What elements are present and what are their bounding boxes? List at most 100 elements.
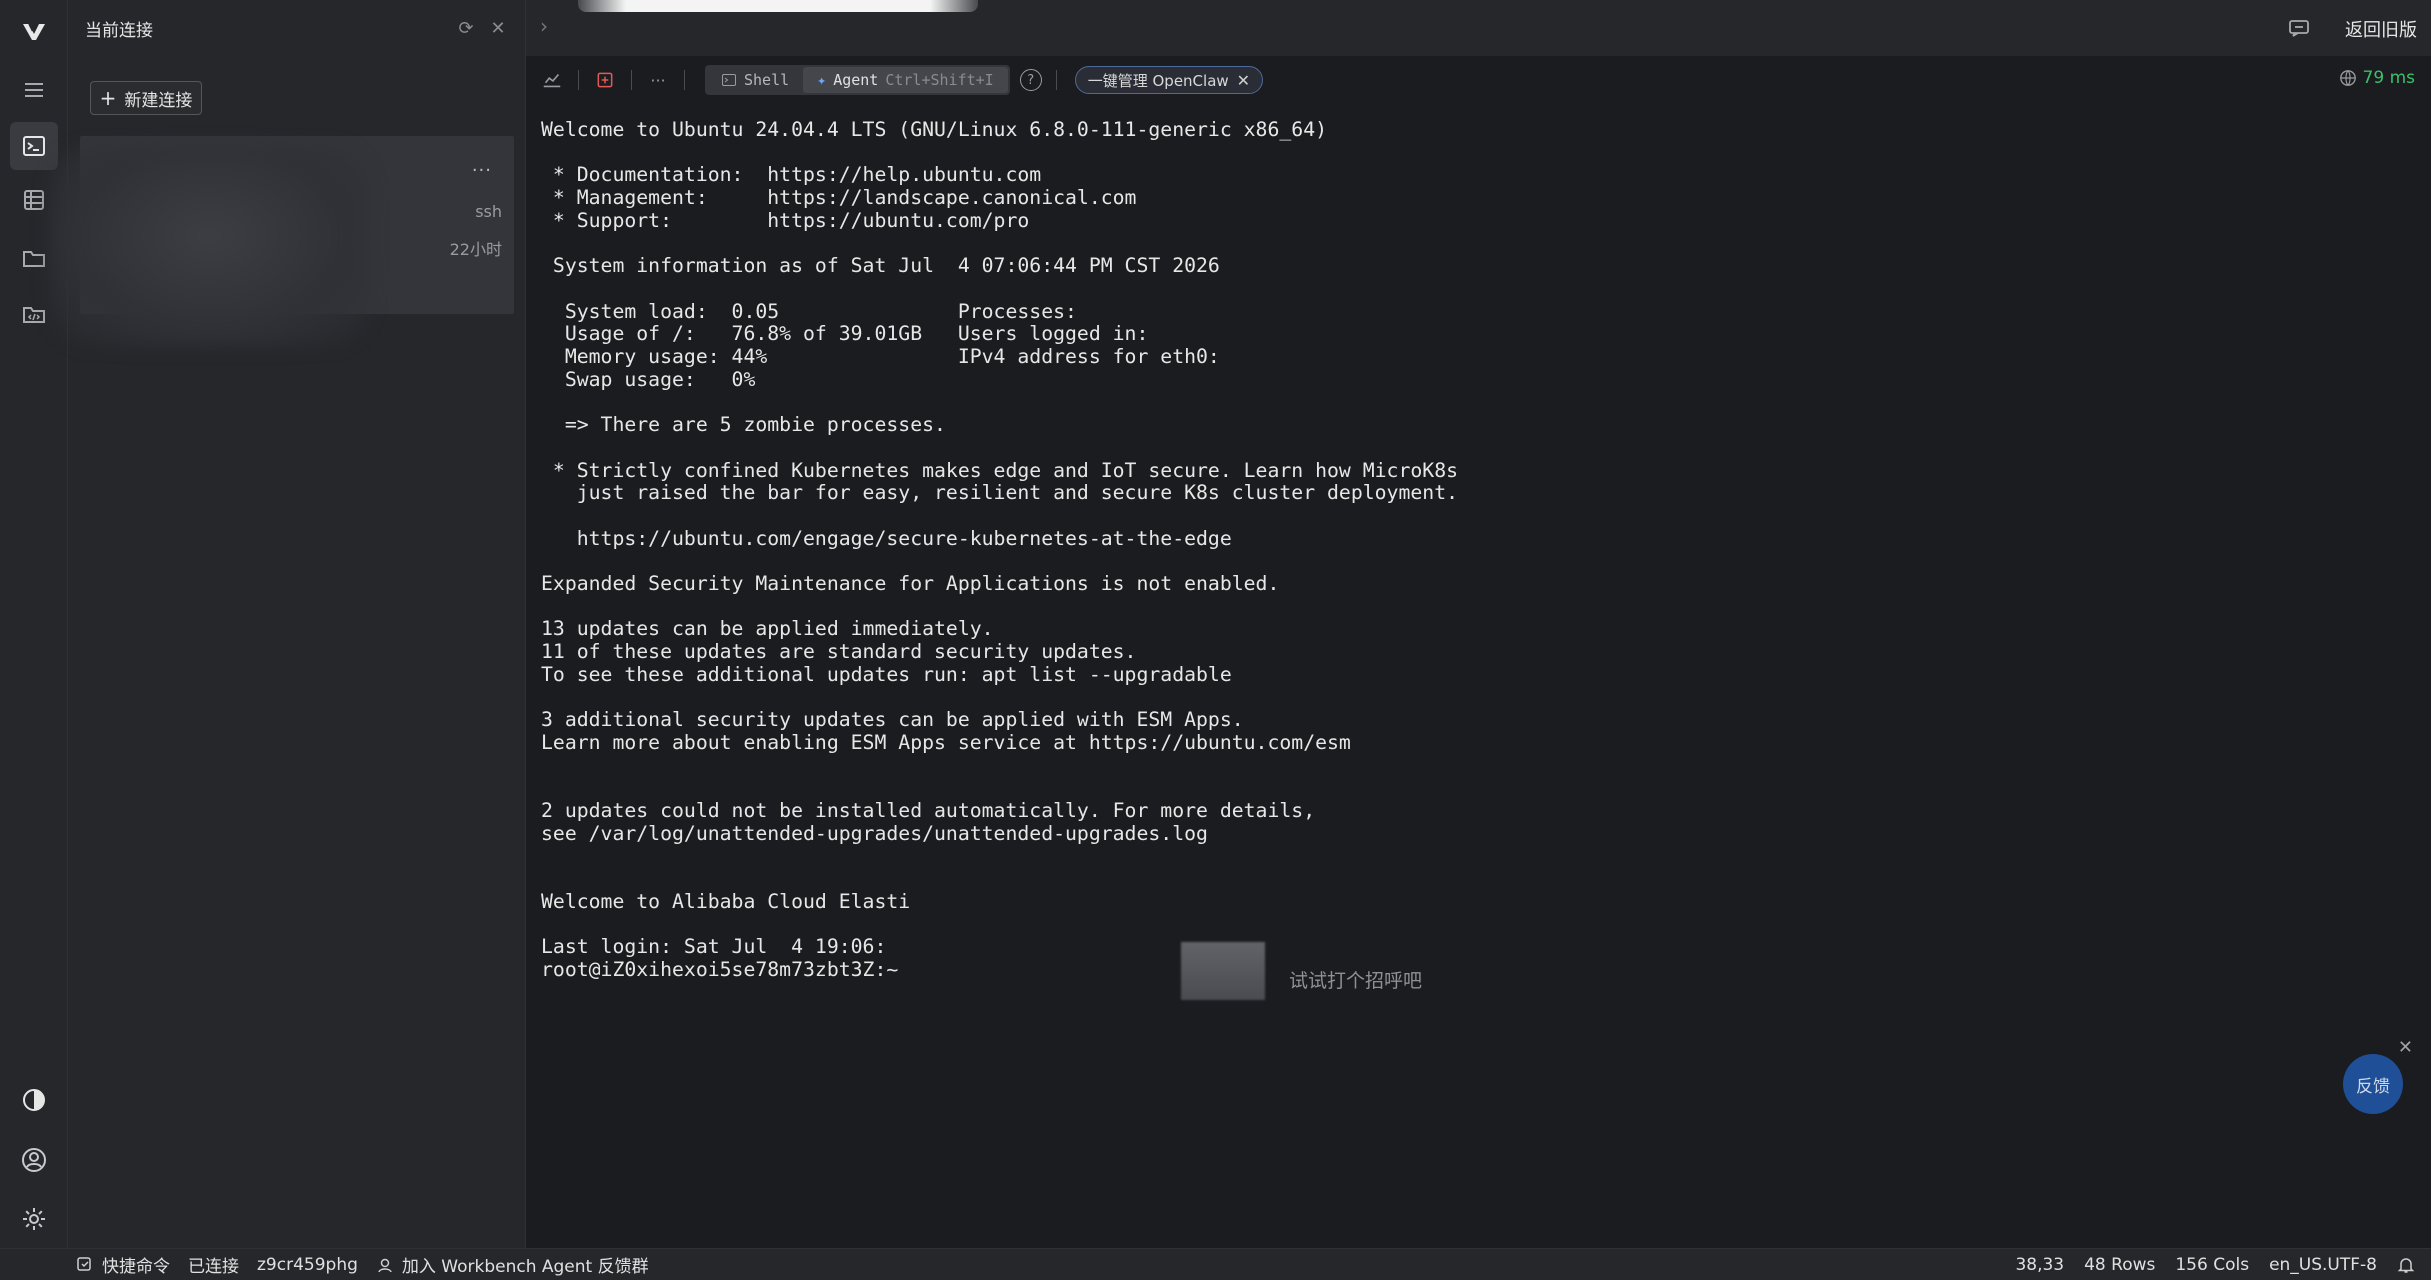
terminal-line: * Support: https://ubuntu.com/pro (541, 208, 1030, 232)
quick-commands-button[interactable]: 快捷命令 (76, 1252, 170, 1277)
panel-title: 当前连接 (85, 20, 153, 41)
app-window: 当前连接 ⟳ ✕ + 新建连接 ··· ssh 22小时 › 返回旧版 ··· … (0, 0, 2431, 1280)
terminal-line: 11 of these updates are standard securit… (541, 640, 1137, 664)
quick-commands-label: 快捷命令 (102, 1257, 170, 1277)
terminal-line: 3 additional security updates can be app… (541, 708, 1244, 732)
shell-mode-label: Shell (744, 71, 790, 89)
group-icon (378, 1258, 392, 1272)
terminal-line: just raised the bar for easy, resilient … (541, 481, 1459, 505)
terminal-line: * Strictly confined Kubernetes makes edg… (541, 458, 1459, 482)
bell-icon[interactable] (2397, 1256, 2415, 1274)
connection-card[interactable]: ··· ssh 22小时 (50, 136, 514, 346)
status-bar: 快捷命令 已连接 z9cr459phg 加入 Workbench Agent 反… (0, 1248, 2431, 1280)
toolbar-divider (631, 70, 632, 90)
terminal-rows: 48 Rows (2084, 1254, 2156, 1275)
new-connection-button[interactable]: + 新建连接 (90, 81, 202, 115)
monitor-chart-icon[interactable] (540, 68, 564, 92)
logo-icon (10, 8, 58, 56)
shell-mode-button[interactable]: Shell (707, 67, 803, 93)
more-actions-icon[interactable]: ··· (646, 68, 670, 92)
terminal-line: To see these additional updates run: apt… (541, 662, 1232, 686)
terminal-line: Usage of /: 76.8% of 39.01GB Users logge… (541, 322, 1149, 346)
agent-mode-button[interactable]: ✦ Agent Ctrl+Shift+I (803, 67, 1008, 93)
terminal-line: see /var/log/unattended-upgrades/unatten… (541, 821, 1208, 845)
redacted-connection-name (50, 146, 370, 346)
terminal-line: System load: 0.05 Processes: (541, 299, 1077, 323)
quick-command-icon (77, 1256, 91, 1271)
greeting-hint: 试试打个招呼吧 (1289, 970, 1423, 992)
globe-icon (2339, 70, 2356, 86)
help-icon[interactable]: ? (1019, 69, 1042, 91)
close-chip-icon[interactable]: ✕ (1237, 71, 1250, 90)
user-account-icon[interactable] (10, 1136, 58, 1184)
terminal-line: Learn more about enabling ESM Apps servi… (541, 730, 1351, 754)
shell-icon (722, 74, 736, 86)
close-feedback-icon[interactable]: ✕ (2398, 1037, 2413, 1058)
connection-protocol: ssh (475, 202, 502, 221)
terminal-icon[interactable] (10, 122, 58, 170)
terminal-line: https://ubuntu.com/engage/secure-kuberne… (541, 526, 1232, 550)
terminal-line: * Documentation: https://help.ubuntu.com (541, 163, 1042, 187)
latency-indicator: 79 ms (2339, 68, 2415, 88)
terminal-line: System information as of Sat Jul 4 07:06… (541, 254, 1220, 278)
redacted-input-box (1181, 942, 1265, 1000)
terminal-line: Memory usage: 44% IPv4 address for eth0: (541, 345, 1220, 369)
refresh-icon[interactable]: ⟳ (455, 17, 477, 39)
terminal-text: Welcome to Ubuntu 24.04.4 LTS (GNU/Linux… (541, 118, 1459, 982)
terminal-line: 13 updates can be applied immediately. (541, 617, 994, 641)
session-tab-redacted[interactable] (578, 0, 978, 12)
chevron-right-icon[interactable]: › (540, 14, 548, 38)
terminal-toolbar: ··· Shell ✦ Agent Ctrl+Shift+I ? 一键管理 Op… (526, 58, 2431, 102)
settings-gear-icon[interactable] (10, 1195, 58, 1243)
terminal-output[interactable]: Welcome to Ubuntu 24.04.4 LTS (GNU/Linux… (526, 104, 2431, 1248)
sparkle-icon: ✦ (817, 71, 827, 89)
agent-shortcut-hint: Ctrl+Shift+I (885, 71, 994, 89)
connection-status: 已连接 (188, 1257, 239, 1277)
menu-icon[interactable] (10, 66, 58, 114)
feedback-label: 反馈 (2356, 1076, 2390, 1097)
join-feedback-group-link[interactable]: 加入 Workbench Agent 反馈群 (376, 1252, 649, 1277)
connection-age: 22小时 (449, 240, 502, 259)
toolbar-divider (578, 70, 579, 90)
more-options-icon[interactable]: ··· (472, 160, 492, 181)
terminal-line: Last login: Sat Jul 4 19:06: (541, 935, 887, 959)
top-bar: › 返回旧版 (526, 0, 2431, 56)
cursor-position: 38,33 (2015, 1254, 2065, 1275)
mode-switch: Shell ✦ Agent Ctrl+Shift+I (705, 65, 1010, 95)
new-session-icon[interactable] (593, 68, 617, 92)
terminal-line: => There are 5 zombie processes. (541, 413, 946, 437)
new-connection-label: 新建连接 (124, 90, 193, 111)
join-feedback-label: 加入 Workbench Agent 反馈群 (401, 1257, 649, 1277)
session-id: z9cr459phg (257, 1254, 358, 1275)
connections-panel: 当前连接 ⟳ ✕ + 新建连接 ··· ssh 22小时 (50, 0, 526, 1248)
toolbar-divider (684, 70, 685, 90)
return-old-version-link[interactable]: 返回旧版 (2345, 16, 2417, 42)
encoding[interactable]: en_US.UTF-8 (2269, 1255, 2377, 1275)
terminal-line: Welcome to Alibaba Cloud Elasti (541, 889, 911, 913)
terminal-line: Welcome to Ubuntu 24.04.4 LTS (GNU/Linux… (541, 118, 1328, 141)
terminal-line: 2 updates could not be installed automat… (541, 799, 1316, 823)
terminal-line: Expanded Security Maintenance for Applic… (541, 572, 1280, 596)
terminal-line: * Management: https://landscape.canonica… (541, 186, 1137, 210)
agent-mode-label: Agent (833, 71, 879, 89)
chat-feedback-icon[interactable] (2287, 16, 2311, 40)
openclaw-chip[interactable]: 一键管理 OpenClaw ✕ (1074, 66, 1264, 94)
feedback-button[interactable]: 反馈 (2343, 1054, 2403, 1114)
theme-toggle-icon[interactable] (10, 1076, 58, 1124)
close-icon[interactable]: ✕ (487, 17, 509, 39)
terminal-line: Swap usage: 0% (541, 367, 756, 391)
